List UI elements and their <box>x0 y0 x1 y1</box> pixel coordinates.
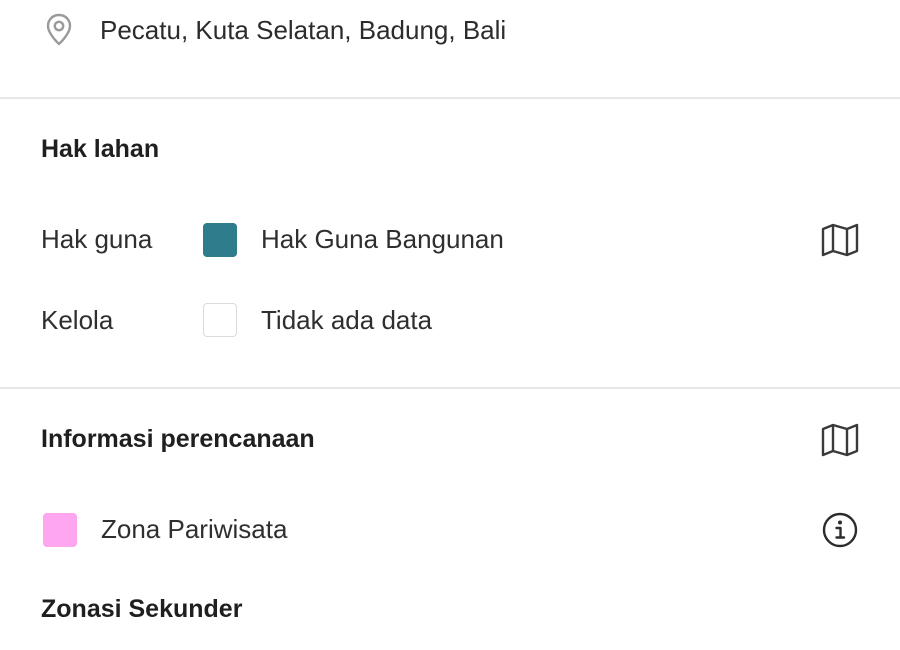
section-title-zonasi-sekunder: Zonasi Sekunder <box>41 595 243 623</box>
legend-swatch-empty <box>203 303 237 337</box>
legend-swatch-zona-pariwisata <box>43 513 77 547</box>
divider <box>0 97 900 99</box>
property-detail-panel: Pecatu, Kuta Selatan, Badung, Bali Hak l… <box>0 0 900 650</box>
legend-swatch-hak-guna-bangunan <box>203 223 237 257</box>
field-value-kelola: Tidak ada data <box>261 305 433 335</box>
section-title-hak-lahan: Hak lahan <box>41 135 160 163</box>
map-pin-icon <box>44 12 74 48</box>
info-icon[interactable] <box>819 509 861 551</box>
field-value-hak-guna: Hak Guna Bangunan <box>261 224 504 254</box>
location-row: Pecatu, Kuta Selatan, Badung, Bali <box>0 8 900 52</box>
divider <box>0 387 900 389</box>
map-icon[interactable] <box>819 419 861 461</box>
field-label-hak-guna: Hak guna <box>41 224 153 254</box>
location-address: Pecatu, Kuta Selatan, Badung, Bali <box>100 14 507 45</box>
section-title-informasi-perencanaan: Informasi perencanaan <box>41 425 315 453</box>
field-label-kelola: Kelola <box>41 305 114 335</box>
map-icon[interactable] <box>819 219 861 261</box>
zone-label: Zona Pariwisata <box>101 514 288 544</box>
